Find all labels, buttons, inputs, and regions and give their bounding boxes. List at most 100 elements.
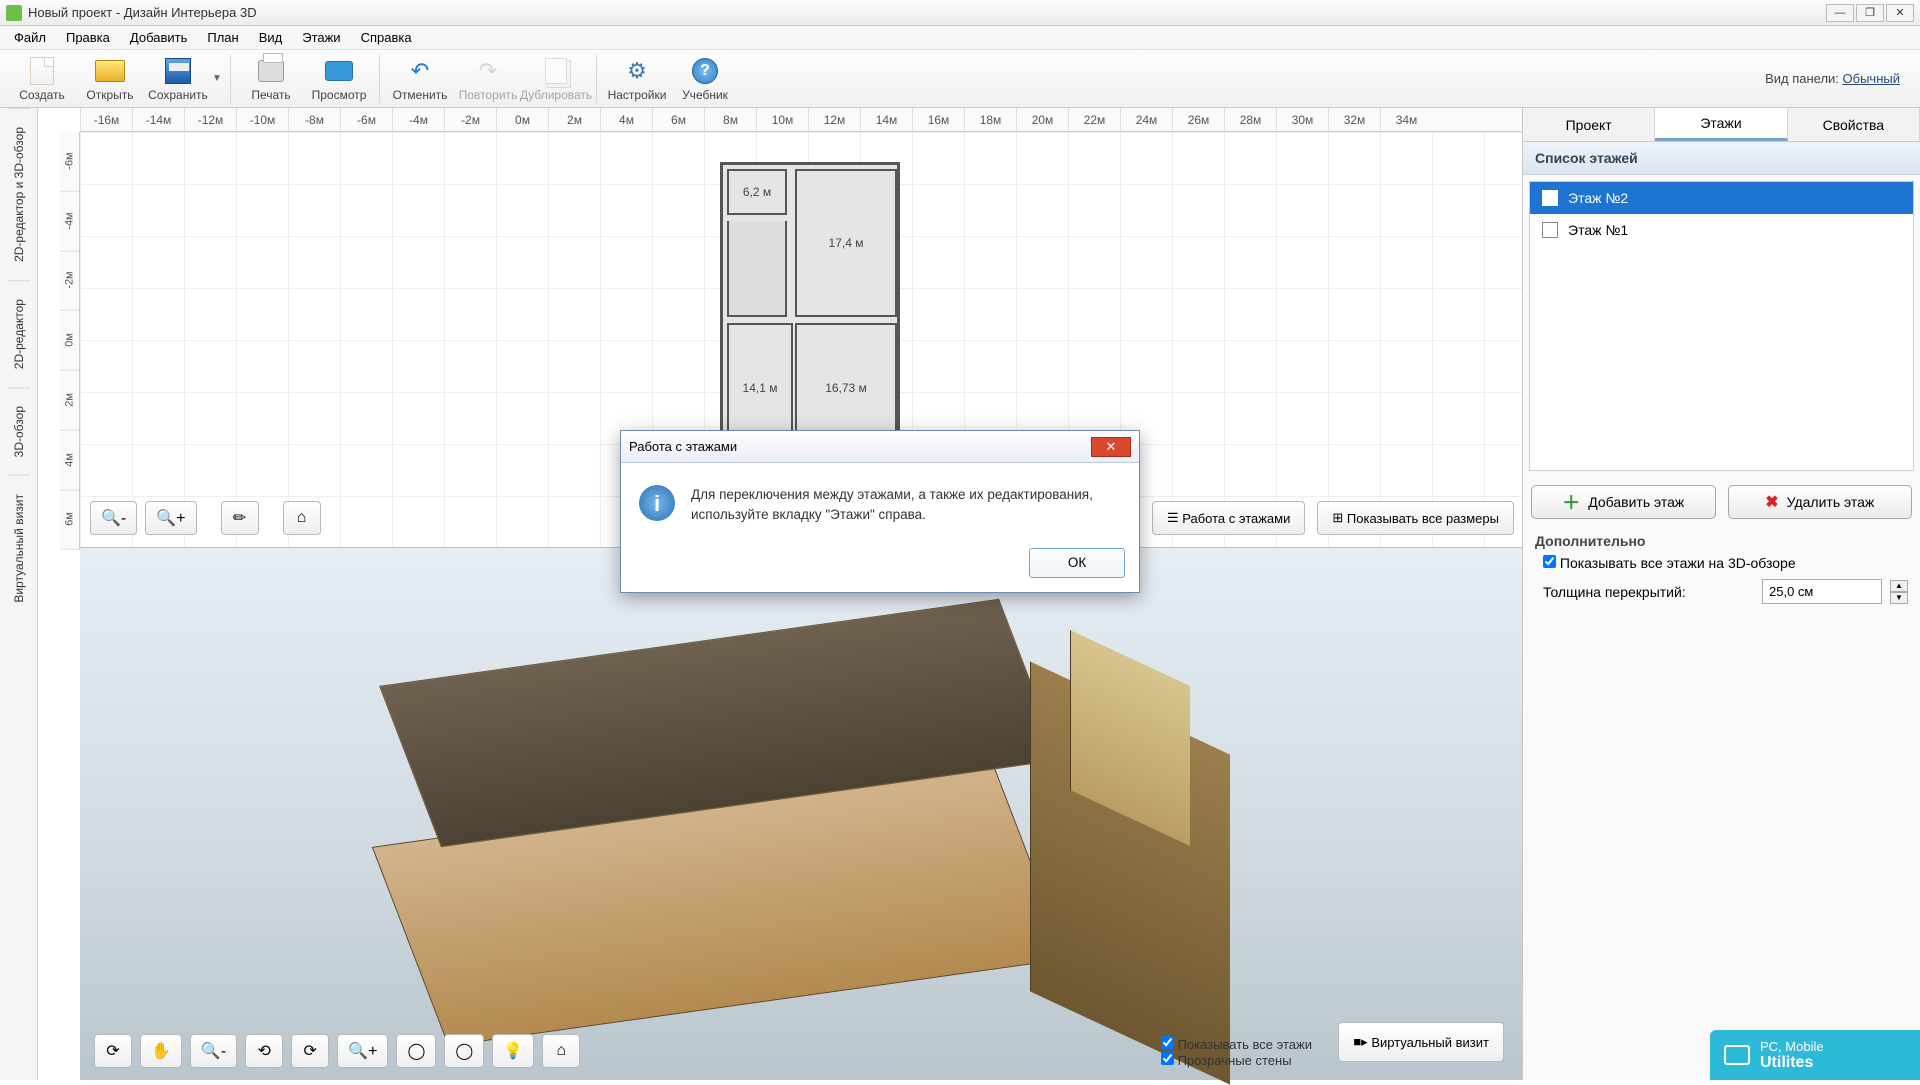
minimize-button[interactable]: — bbox=[1826, 4, 1854, 22]
floor-plan[interactable]: 6,2 м 17,4 м 14,1 м 16,73 м bbox=[720, 162, 900, 462]
thickness-spinner[interactable]: ▲▼ bbox=[1890, 580, 1908, 604]
virtual-visit-button[interactable]: ■▸ Виртуальный визит bbox=[1338, 1022, 1504, 1062]
ruler-horizontal: -16м-14м-12м-10м-8м-6м-4м-2м0м2м4м6м8м10… bbox=[80, 108, 1522, 132]
menu-floors[interactable]: Этажи bbox=[292, 28, 350, 47]
ruler-tick: -6м bbox=[340, 108, 392, 131]
menu-edit[interactable]: Правка bbox=[56, 28, 120, 47]
undo-arrow-icon: ↶ bbox=[405, 56, 435, 86]
pane-3d[interactable]: ⟳ ✋ 🔍- ⟲ ⟳ 🔍+ ◯ ◯ 💡 ⌂ Показывать все эта… bbox=[80, 548, 1522, 1080]
ruler-tick: 32м bbox=[1328, 108, 1380, 131]
ruler-tick: 26м bbox=[1172, 108, 1224, 131]
main-toolbar: Создать Открыть Сохранить ▼ Печать Просм… bbox=[0, 50, 1920, 108]
dialog-ok-button[interactable]: ОК bbox=[1029, 548, 1125, 578]
spin-down-icon[interactable]: ▼ bbox=[1890, 592, 1908, 604]
ruler-tick: 22м bbox=[1068, 108, 1120, 131]
view-mode-link[interactable]: Обычный bbox=[1843, 71, 1900, 86]
home-button[interactable]: ⌂ bbox=[283, 501, 321, 535]
print-button[interactable]: Печать bbox=[237, 51, 305, 107]
zoom-out-button[interactable]: 🔍- bbox=[90, 501, 137, 535]
room bbox=[727, 221, 787, 317]
tab-properties[interactable]: Свойства bbox=[1788, 108, 1920, 141]
extra-header: Дополнительно bbox=[1523, 527, 1920, 551]
vtab-2d[interactable]: 2D-редактор bbox=[8, 280, 30, 387]
add-floor-button[interactable]: ＋Добавить этаж bbox=[1531, 485, 1716, 519]
maximize-button[interactable]: ❐ bbox=[1856, 4, 1884, 22]
menu-add[interactable]: Добавить bbox=[120, 28, 197, 47]
show-all-3d-check[interactable]: Показывать все этажи на 3D-обзоре bbox=[1543, 555, 1796, 571]
menu-help[interactable]: Справка bbox=[351, 28, 422, 47]
tab-floors[interactable]: Этажи bbox=[1655, 108, 1787, 141]
pan-button[interactable]: ✋ bbox=[140, 1034, 182, 1068]
lasso-ccw-button[interactable]: ◯ bbox=[444, 1034, 484, 1068]
ruler-tick: 6м bbox=[652, 108, 704, 131]
ruler-tick: 20м bbox=[1016, 108, 1068, 131]
zoom-out-icon: 🔍- bbox=[201, 1041, 226, 1061]
toolbar-sep bbox=[596, 55, 597, 103]
save-dropdown-arrow-icon[interactable]: ▼ bbox=[212, 73, 224, 84]
zoom-in-icon: 🔍+ bbox=[348, 1041, 377, 1061]
zoom-out-3d-button[interactable]: 🔍- bbox=[190, 1034, 237, 1068]
menu-view[interactable]: Вид bbox=[249, 28, 293, 47]
zoom-in-3d-button[interactable]: 🔍+ bbox=[337, 1034, 388, 1068]
delete-floor-button[interactable]: ✖Удалить этаж bbox=[1728, 485, 1913, 519]
toolbar-sep bbox=[230, 55, 231, 103]
floor-item[interactable]: Этаж №2 bbox=[1530, 182, 1913, 214]
tutorial-button[interactable]: ?Учебник bbox=[671, 51, 739, 107]
tab-project[interactable]: Проект bbox=[1523, 108, 1655, 141]
watermark-badge: PC, Mobile Utilites bbox=[1710, 1030, 1920, 1080]
orbit-left-button[interactable]: ⟲ bbox=[245, 1034, 283, 1068]
ruler-tick: -14м bbox=[132, 108, 184, 131]
save-button[interactable]: Сохранить bbox=[144, 51, 212, 107]
floors-work-button[interactable]: ☰ Работа с этажами bbox=[1152, 501, 1305, 535]
menu-plan[interactable]: План bbox=[197, 28, 248, 47]
vtab-virtual[interactable]: Виртуальный визит bbox=[8, 475, 30, 621]
ruler-tick: 30м bbox=[1276, 108, 1328, 131]
thickness-input[interactable] bbox=[1762, 579, 1882, 604]
floor-item[interactable]: Этаж №1 bbox=[1530, 214, 1913, 246]
create-button[interactable]: Создать bbox=[8, 51, 76, 107]
close-button[interactable]: ✕ bbox=[1886, 4, 1914, 22]
orbit-left-icon: ⟲ bbox=[257, 1041, 270, 1061]
app-icon bbox=[6, 5, 22, 21]
open-button[interactable]: Открыть bbox=[76, 51, 144, 107]
orbit-right-button[interactable]: ⟳ bbox=[291, 1034, 329, 1068]
monitor-icon bbox=[325, 61, 353, 81]
home-3d-button[interactable]: ⌂ bbox=[542, 1034, 580, 1068]
orbit-right-icon: ⟳ bbox=[303, 1041, 316, 1061]
duplicate-button: Дублировать bbox=[522, 51, 590, 107]
watermark-line2: Utilites bbox=[1760, 1054, 1824, 1072]
home-icon: ⌂ bbox=[297, 509, 307, 527]
edit-tool-button[interactable]: ✏ bbox=[221, 501, 259, 535]
cross-icon: ✖ bbox=[1765, 492, 1778, 512]
floors-list[interactable]: Этаж №2 Этаж №1 bbox=[1529, 181, 1914, 471]
transparent-walls-check[interactable]: Прозрачные стены bbox=[1161, 1052, 1312, 1068]
show-all-dims-button[interactable]: ⊞ Показывать все размеры bbox=[1317, 501, 1514, 535]
undo-button[interactable]: ↶Отменить bbox=[386, 51, 454, 107]
light-button[interactable]: 💡 bbox=[492, 1034, 534, 1068]
vtab-2d-3d[interactable]: 2D-редактор и 3D-обзор bbox=[8, 108, 30, 280]
hand-icon: ✋ bbox=[151, 1041, 171, 1061]
info-icon: i bbox=[639, 485, 675, 521]
spin-up-icon[interactable]: ▲ bbox=[1890, 580, 1908, 592]
ruler-tick: 24м bbox=[1120, 108, 1172, 131]
ruler-tick: 4м bbox=[60, 431, 79, 491]
ruler-tick: -6м bbox=[60, 132, 79, 192]
vtab-3d[interactable]: 3D-обзор bbox=[8, 387, 30, 475]
show-all-floors-check[interactable]: Показывать все этажи bbox=[1161, 1036, 1312, 1052]
preview-button[interactable]: Просмотр bbox=[305, 51, 373, 107]
folder-open-icon bbox=[95, 60, 125, 82]
zoom-in-button[interactable]: 🔍+ bbox=[145, 501, 196, 535]
settings-button[interactable]: ⚙Настройки bbox=[603, 51, 671, 107]
zoom-in-icon: 🔍+ bbox=[156, 508, 185, 528]
duplicate-icon bbox=[545, 58, 567, 84]
rotate-360-button[interactable]: ⟳ bbox=[94, 1034, 132, 1068]
ruler-tick: 0м bbox=[496, 108, 548, 131]
ruler-tick: -12м bbox=[184, 108, 236, 131]
question-mark-icon: ? bbox=[692, 58, 718, 84]
ruler-tick: -4м bbox=[60, 192, 79, 252]
ruler-tick: 8м bbox=[704, 108, 756, 131]
window-title: Новый проект - Дизайн Интерьера 3D bbox=[28, 5, 257, 20]
menu-file[interactable]: Файл bbox=[4, 28, 56, 47]
lasso-cw-button[interactable]: ◯ bbox=[396, 1034, 436, 1068]
dialog-close-button[interactable]: ✕ bbox=[1091, 437, 1131, 457]
